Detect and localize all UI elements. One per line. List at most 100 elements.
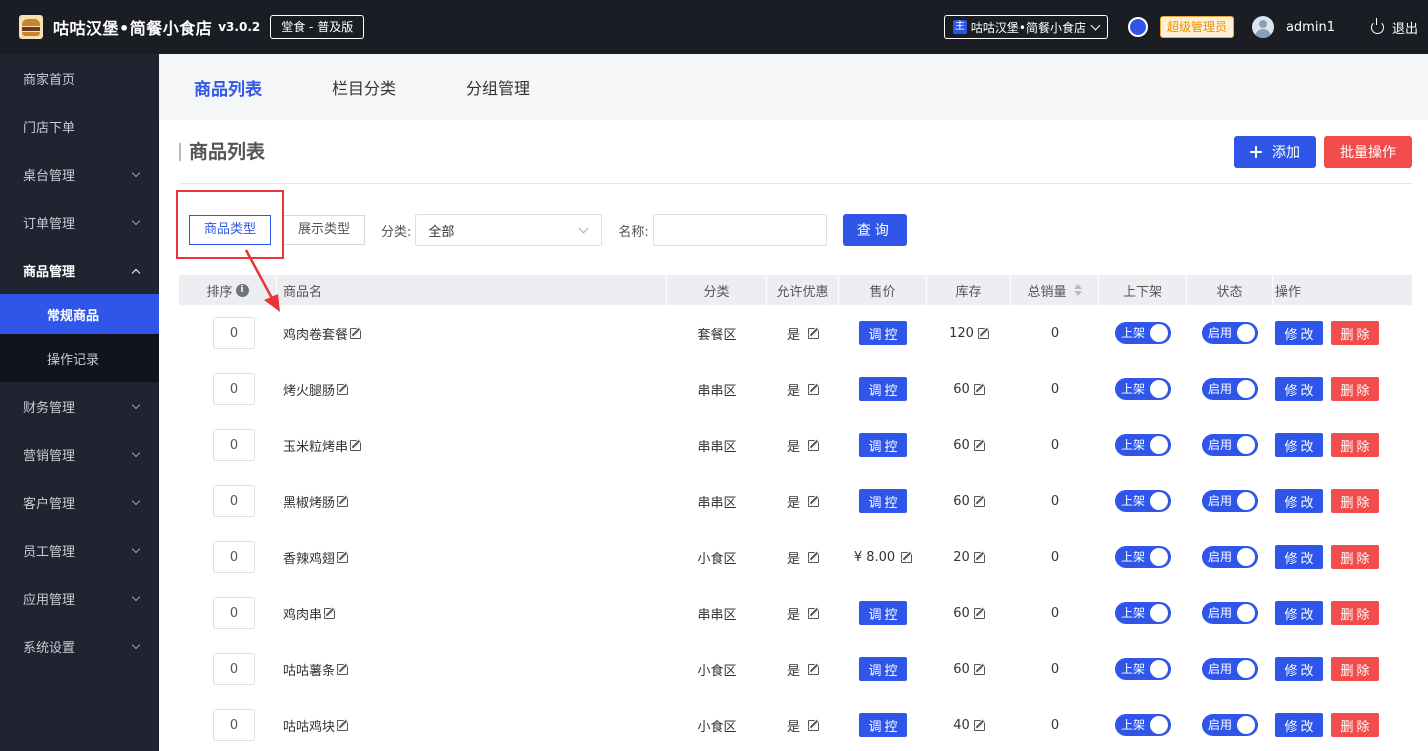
sort-input[interactable]: 0 xyxy=(213,709,255,741)
sidebar-item-products[interactable]: 商品管理 xyxy=(0,246,159,294)
sidebar-item-orders[interactable]: 订单管理 xyxy=(0,198,159,246)
status-toggle[interactable]: 启用 xyxy=(1202,658,1258,680)
delete-button[interactable]: 删除 xyxy=(1331,377,1379,401)
edit-icon[interactable] xyxy=(337,383,349,395)
name-input[interactable] xyxy=(652,214,827,246)
sort-input[interactable]: 0 xyxy=(213,373,255,405)
adjust-price-button[interactable]: 调控 xyxy=(859,433,907,457)
edit-icon[interactable] xyxy=(973,495,985,507)
adjust-price-button[interactable]: 调控 xyxy=(859,489,907,513)
sidebar-item-customers[interactable]: 客户管理 xyxy=(0,478,159,526)
shelf-toggle[interactable]: 上架 xyxy=(1115,322,1171,344)
delete-button[interactable]: 删除 xyxy=(1331,321,1379,345)
category-select[interactable]: 全部 xyxy=(415,214,603,246)
edit-icon[interactable] xyxy=(808,719,819,731)
status-toggle[interactable]: 启用 xyxy=(1202,602,1258,624)
edit-icon[interactable] xyxy=(977,327,989,339)
display-type-tab[interactable]: 展示类型 xyxy=(283,215,366,245)
edit-icon[interactable] xyxy=(324,607,336,619)
delete-button[interactable]: 删除 xyxy=(1331,433,1379,457)
edit-icon[interactable] xyxy=(973,439,985,451)
tab-column-category[interactable]: 栏目分类 xyxy=(332,75,396,99)
shelf-toggle[interactable]: 上架 xyxy=(1115,546,1171,568)
sidebar-item-home[interactable]: 商家首页 xyxy=(0,54,159,102)
sidebar-item-operation-log[interactable]: 操作记录 xyxy=(0,334,159,382)
sort-input[interactable]: 0 xyxy=(213,485,255,517)
edit-button[interactable]: 修改 xyxy=(1275,545,1323,569)
edit-icon[interactable] xyxy=(808,495,819,507)
sidebar-item-finance[interactable]: 财务管理 xyxy=(0,382,159,430)
delete-button[interactable]: 删除 xyxy=(1331,601,1379,625)
edit-icon[interactable] xyxy=(973,663,985,675)
edit-icon[interactable] xyxy=(808,551,819,563)
edit-icon[interactable] xyxy=(337,719,349,731)
delete-button[interactable]: 删除 xyxy=(1331,713,1379,737)
adjust-price-button[interactable]: 调控 xyxy=(859,321,907,345)
tab-group-management[interactable]: 分组管理 xyxy=(466,75,530,99)
edit-icon[interactable] xyxy=(973,551,985,563)
status-toggle[interactable]: 启用 xyxy=(1202,322,1258,344)
info-icon[interactable]: i xyxy=(235,283,249,297)
edit-icon[interactable] xyxy=(808,607,819,619)
edit-icon[interactable] xyxy=(337,551,349,563)
sidebar-item-store-order[interactable]: 门店下单 xyxy=(0,102,159,150)
sidebar-item-marketing[interactable]: 营销管理 xyxy=(0,430,159,478)
delete-button[interactable]: 删除 xyxy=(1331,489,1379,513)
add-button[interactable]: 添加 xyxy=(1234,135,1316,168)
edit-icon[interactable] xyxy=(973,383,985,395)
sidebar-item-settings[interactable]: 系统设置 xyxy=(0,622,159,670)
edit-icon[interactable] xyxy=(973,607,985,619)
avatar[interactable] xyxy=(1251,16,1274,38)
edit-icon[interactable] xyxy=(901,551,913,563)
shelf-toggle[interactable]: 上架 xyxy=(1115,378,1171,400)
edit-icon[interactable] xyxy=(973,719,985,731)
sidebar-item-staff[interactable]: 员工管理 xyxy=(0,526,159,574)
edit-button[interactable]: 修改 xyxy=(1275,433,1323,457)
theme-color-icon[interactable] xyxy=(1127,17,1148,37)
adjust-price-button[interactable]: 调控 xyxy=(859,377,907,401)
edit-button[interactable]: 修改 xyxy=(1275,321,1323,345)
shelf-toggle[interactable]: 上架 xyxy=(1115,602,1171,624)
status-toggle[interactable]: 启用 xyxy=(1202,490,1258,512)
edit-icon[interactable] xyxy=(337,495,349,507)
edit-button[interactable]: 修改 xyxy=(1275,489,1323,513)
sort-input[interactable]: 0 xyxy=(213,597,255,629)
sidebar-item-regular-products[interactable]: 常规商品 xyxy=(0,294,159,334)
sidebar-item-apps[interactable]: 应用管理 xyxy=(0,574,159,622)
query-button[interactable]: 查询 xyxy=(842,214,907,246)
edit-icon[interactable] xyxy=(808,663,819,675)
delete-button[interactable]: 删除 xyxy=(1331,545,1379,569)
adjust-price-button[interactable]: 调控 xyxy=(859,601,907,625)
edit-button[interactable]: 修改 xyxy=(1275,657,1323,681)
batch-operation-button[interactable]: 批量操作 xyxy=(1324,135,1412,168)
status-toggle[interactable]: 启用 xyxy=(1202,546,1258,568)
product-type-tab[interactable]: 商品类型 xyxy=(189,215,272,245)
sort-input[interactable]: 0 xyxy=(213,429,255,461)
adjust-price-button[interactable]: 调控 xyxy=(859,713,907,737)
edit-button[interactable]: 修改 xyxy=(1275,713,1323,737)
edit-icon[interactable] xyxy=(337,663,349,675)
sort-input[interactable]: 0 xyxy=(213,541,255,573)
shelf-toggle[interactable]: 上架 xyxy=(1115,434,1171,456)
username[interactable]: admin1 xyxy=(1286,20,1335,35)
sort-input[interactable]: 0 xyxy=(213,653,255,685)
edit-button[interactable]: 修改 xyxy=(1275,377,1323,401)
adjust-price-button[interactable]: 调控 xyxy=(859,657,907,681)
logout-button[interactable]: 退出 xyxy=(1370,17,1418,37)
edition-badge[interactable]: 堂食 - 普及版 xyxy=(270,15,365,39)
shelf-toggle[interactable]: 上架 xyxy=(1115,490,1171,512)
tab-product-list[interactable]: 商品列表 xyxy=(194,75,262,100)
edit-icon[interactable] xyxy=(808,327,819,339)
sidebar-item-tables[interactable]: 桌台管理 xyxy=(0,150,159,198)
sort-input[interactable]: 0 xyxy=(213,317,255,349)
edit-icon[interactable] xyxy=(808,439,819,451)
edit-icon[interactable] xyxy=(808,383,819,395)
edit-icon[interactable] xyxy=(350,327,362,339)
store-select[interactable]: 主 咕咕汉堡•简餐小食店 xyxy=(943,15,1108,39)
shelf-toggle[interactable]: 上架 xyxy=(1115,714,1171,736)
column-header-sales[interactable]: 总销量 xyxy=(1011,275,1099,305)
delete-button[interactable]: 删除 xyxy=(1331,657,1379,681)
status-toggle[interactable]: 启用 xyxy=(1202,714,1258,736)
edit-icon[interactable] xyxy=(350,439,362,451)
status-toggle[interactable]: 启用 xyxy=(1202,378,1258,400)
